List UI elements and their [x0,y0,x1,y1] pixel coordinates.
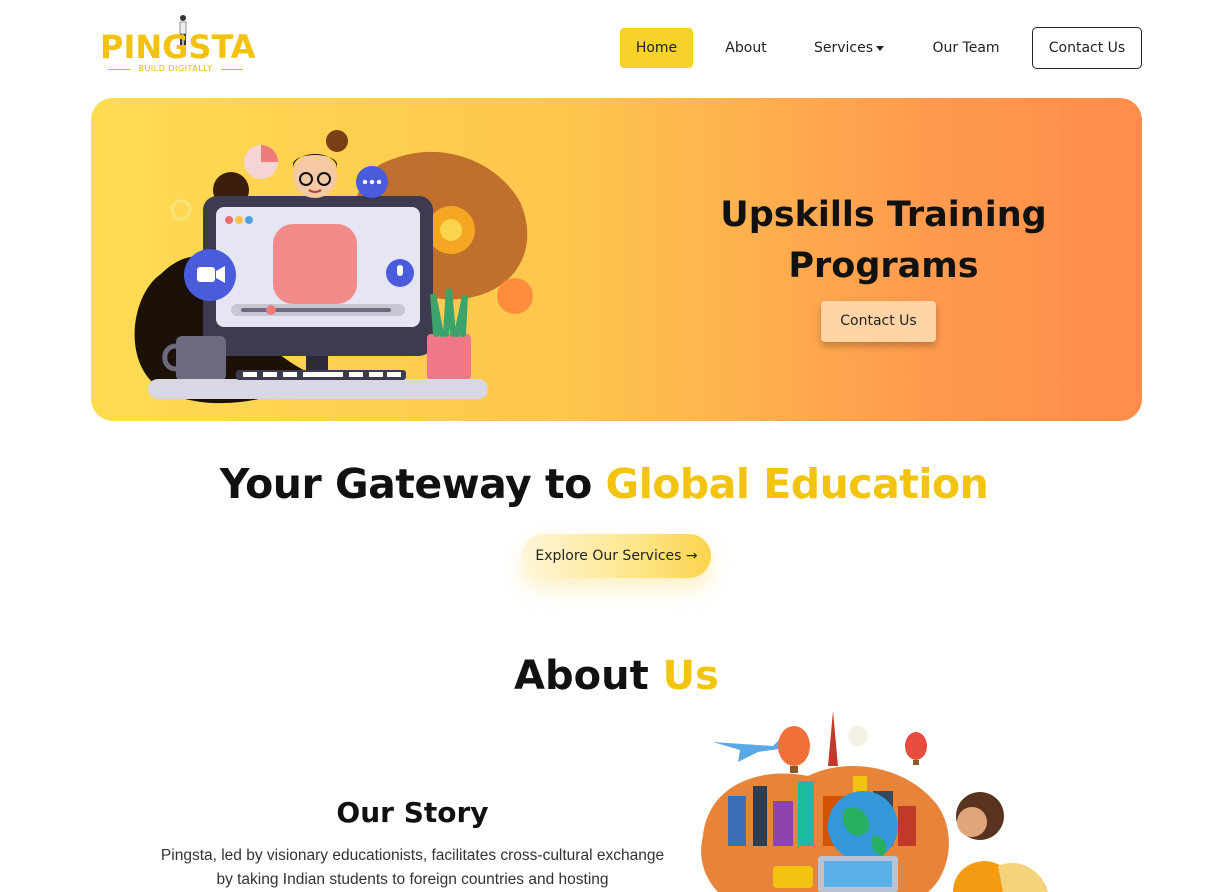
about-heading-prefix: About [514,653,649,699]
nav-about-label: About [725,40,767,56]
global-education-illustration [698,706,1072,892]
nav-contact-button[interactable]: Contact Us [1032,27,1142,69]
online-training-illustration [134,130,533,404]
top-navbar: PINGSTA BUILD DIGITALLY Home About Servi… [0,0,1208,96]
explore-services-label: Explore Our Services → [535,548,698,564]
hero-title: Upskills Training Programs [720,195,1047,286]
brand-logo[interactable]: PINGSTA BUILD DIGITALLY [100,14,256,78]
gateway-heading-highlight: Global Education [605,460,989,508]
nav-home-label: Home [635,40,678,56]
nav-about-link[interactable]: About [712,28,780,68]
nav-team-link[interactable]: Our Team [920,28,1012,68]
gateway-heading-prefix: Your Gateway to [219,460,593,508]
about-heading: About Us [0,653,1208,699]
explore-services-button[interactable]: Explore Our Services → [522,534,711,578]
nav-contact-label: Contact Us [1048,40,1126,56]
hero-banner: Upskills Training Programs Contact Us [91,98,1142,421]
hero-contact-button[interactable]: Contact Us [821,301,936,342]
story-title: Our Story [336,796,489,829]
brand-name: PINGSTA [100,28,256,66]
hero-contact-label: Contact Us [840,313,917,329]
about-heading-highlight: Us [662,653,719,699]
caret-down-icon [876,45,885,51]
nav-team-label: Our Team [932,40,1000,56]
gateway-heading: Your Gateway to Global Education [0,460,1208,508]
nav-home-link[interactable]: Home [620,28,693,68]
story-text: Pingsta, led by visionary educationists,… [160,847,665,888]
nav-services-label: Services [813,40,874,56]
nav-services-dropdown[interactable]: Services [803,28,895,68]
brand-tagline: BUILD DIGITALLY [108,64,243,73]
